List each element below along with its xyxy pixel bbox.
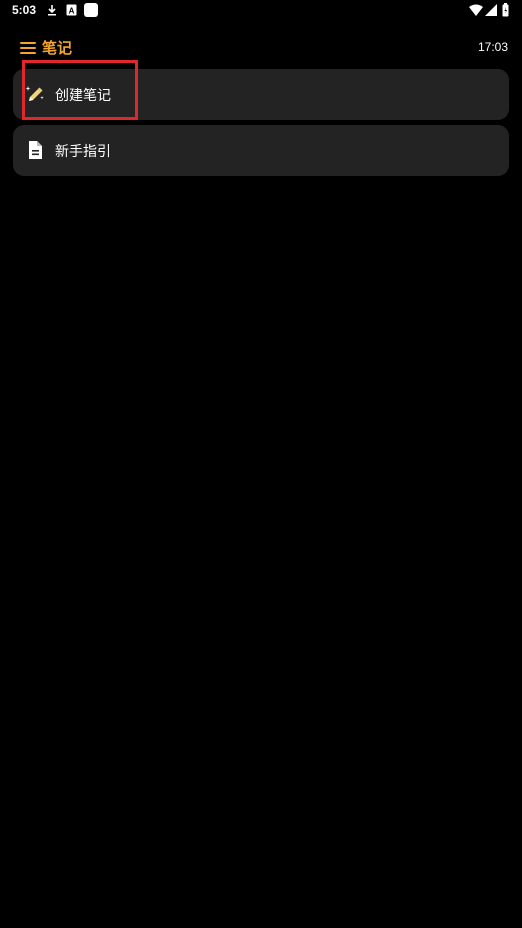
status-bar: 5:03 A bbox=[0, 0, 522, 22]
create-note-label: 创建笔记 bbox=[55, 88, 111, 104]
create-note-item[interactable]: 创建笔记 bbox=[13, 69, 509, 120]
header-clock: 17:03 bbox=[477, 40, 508, 54]
square-icon bbox=[84, 3, 98, 17]
a-icon: A bbox=[66, 4, 77, 16]
wifi-icon bbox=[469, 4, 483, 16]
beginner-guide-label: 新手指引 bbox=[55, 144, 111, 160]
document-icon bbox=[29, 141, 42, 159]
battery-icon bbox=[502, 3, 509, 17]
beginner-guide-item[interactable]: 新手指引 bbox=[13, 125, 509, 176]
page-title: 笔记 bbox=[42, 39, 73, 57]
app-header: 笔记 17:03 bbox=[0, 36, 522, 60]
svg-text:A: A bbox=[69, 7, 75, 16]
signal-icon bbox=[485, 4, 497, 16]
hamburger-menu-icon[interactable] bbox=[20, 41, 36, 55]
pencil-sparkle-icon bbox=[25, 86, 44, 101]
status-time: 5:03 bbox=[12, 3, 37, 17]
download-icon bbox=[48, 5, 56, 16]
